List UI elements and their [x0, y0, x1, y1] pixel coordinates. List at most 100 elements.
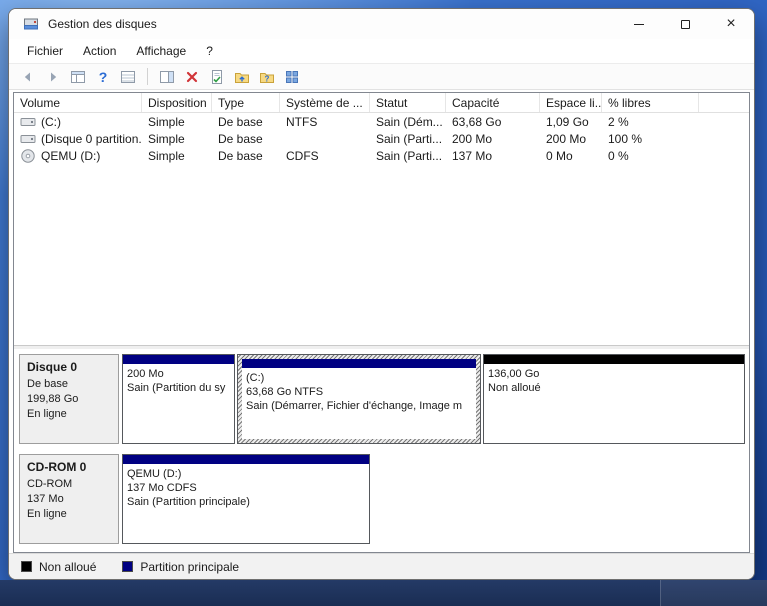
partition-labels: (C:) 63,68 Go NTFS Sain (Démarrer, Fichi…: [246, 372, 463, 412]
cell-status: Sain (Dém...: [376, 114, 443, 129]
close-button[interactable]: ×: [708, 9, 754, 39]
volume-list-header: Volume Disposition Type Système de ... S…: [14, 93, 749, 113]
disk-type: De base: [27, 378, 68, 390]
titlebar: Gestion des disques ×: [9, 9, 754, 39]
volume-list-pane: Volume Disposition Type Système de ... S…: [14, 93, 749, 345]
menu-action[interactable]: Action: [73, 41, 126, 61]
legend-label: Partition principale: [140, 559, 240, 574]
volume-label: QEMU (D:): [41, 148, 101, 163]
svg-text:?: ?: [265, 74, 270, 83]
cdrom-volume-icon: [20, 148, 36, 164]
partition-color-strip: [123, 355, 234, 364]
cell-percent-free: 0 %: [608, 148, 629, 163]
disk0-panel[interactable]: Disque 0 De base 199,88 Go En ligne: [19, 354, 119, 444]
partition-qemu-d[interactable]: QEMU (D:) 137 Mo CDFS Sain (Partition pr…: [122, 454, 370, 544]
legend-bar: Non alloué Partition principale: [9, 553, 754, 579]
disk-type: CD-ROM: [27, 478, 73, 490]
column-header-disposition[interactable]: Disposition: [142, 93, 212, 112]
menu-help[interactable]: ?: [196, 41, 223, 61]
desktop: Gestion des disques × Fichier Action Aff…: [0, 0, 767, 606]
cell-disposition: Simple: [148, 148, 185, 163]
cell-capacity: 200 Mo: [452, 131, 493, 146]
disk-volume-icon: [20, 131, 36, 147]
legend-primary-partition: Partition principale: [122, 560, 239, 574]
volume-cell: (Disque 0 partition...: [14, 130, 142, 147]
cell-filesystem: CDFS: [286, 148, 319, 163]
disk-name: Disque 0: [27, 360, 78, 374]
folder-up-icon[interactable]: [231, 66, 253, 88]
delete-icon[interactable]: [181, 66, 203, 88]
cell-filesystem: NTFS: [286, 114, 318, 129]
forward-icon[interactable]: [42, 66, 64, 88]
cell-disposition: Simple: [148, 131, 185, 146]
menubar: Fichier Action Affichage ?: [9, 39, 754, 63]
properties-check-icon[interactable]: [206, 66, 228, 88]
console-tree-icon[interactable]: [67, 66, 89, 88]
cdrom-panel[interactable]: CD-ROM 0 CD-ROM 137 Mo En ligne: [19, 454, 119, 544]
disk-status: En ligne: [27, 508, 67, 520]
list-view-icon[interactable]: [117, 66, 139, 88]
cell-status: Sain (Parti...: [376, 148, 443, 163]
partition-system-reserved[interactable]: 200 Mo Sain (Partition du sy: [122, 354, 235, 444]
partition-color-strip: [242, 359, 476, 368]
cell-free-space: 0 Mo: [546, 148, 573, 163]
column-header-filesystem[interactable]: Système de ...: [280, 93, 370, 112]
system-tray-area[interactable]: [660, 580, 767, 606]
partition-labels: 136,00 Go Non alloué: [488, 368, 541, 394]
cell-free-space: 1,09 Go: [546, 114, 589, 129]
back-icon[interactable]: [17, 66, 39, 88]
column-header-espace-libre[interactable]: Espace li...: [540, 93, 602, 112]
cell-type: De base: [218, 114, 263, 129]
window-title: Gestion des disques: [48, 17, 157, 31]
folder-help-icon[interactable]: ?: [256, 66, 278, 88]
close-icon: ×: [726, 15, 736, 32]
minimize-icon: [634, 23, 644, 25]
cell-percent-free: 2 %: [608, 114, 629, 129]
disk-size: 137 Mo: [27, 493, 64, 505]
column-header-type[interactable]: Type: [212, 93, 280, 112]
legend-swatch-unallocated: [21, 561, 32, 572]
taskbar[interactable]: [0, 580, 767, 606]
column-header-pct-libres[interactable]: % libres: [602, 93, 699, 112]
disk0-partitions: 200 Mo Sain (Partition du sy (C:) 63,68: [122, 354, 745, 444]
disk-row-0: Disque 0 De base 199,88 Go En ligne 200 …: [19, 354, 745, 444]
legend-unallocated: Non alloué: [21, 560, 96, 574]
menu-affichage[interactable]: Affichage: [126, 41, 196, 61]
cell-capacity: 137 Mo: [452, 148, 493, 163]
cell-percent-free: 100 %: [608, 131, 643, 146]
legend-swatch-primary: [122, 561, 134, 572]
console-pane: Volume Disposition Type Système de ... S…: [13, 92, 750, 553]
partition-unallocated[interactable]: 136,00 Go Non alloué: [483, 354, 745, 444]
disk-row-cdrom: CD-ROM 0 CD-ROM 137 Mo En ligne QEMU (D:…: [19, 454, 744, 544]
cell-type: De base: [218, 148, 263, 163]
action-pane-icon[interactable]: [156, 66, 178, 88]
help-icon[interactable]: ?: [92, 66, 114, 88]
volume-row-c[interactable]: (C:) Simple De base NTFS Sain (Dém... 63…: [14, 113, 749, 130]
disk-management-app-icon: [23, 16, 39, 32]
cdrom-partitions: QEMU (D:) 137 Mo CDFS Sain (Partition pr…: [122, 454, 370, 544]
menu-fichier[interactable]: Fichier: [17, 41, 73, 61]
toolbar-separator: [147, 68, 148, 85]
column-header-volume[interactable]: Volume: [14, 93, 142, 112]
column-header-statut[interactable]: Statut: [370, 93, 446, 112]
maximize-button[interactable]: [662, 9, 708, 39]
volume-row-system-partition[interactable]: (Disque 0 partition... Simple De base Sa…: [14, 130, 749, 147]
grid-view-icon[interactable]: [281, 66, 303, 88]
disk-name: CD-ROM 0: [27, 460, 87, 474]
window-controls: ×: [616, 9, 754, 39]
toolbar: ? ?: [9, 63, 754, 90]
cell-type: De base: [218, 131, 263, 146]
volume-label: (C:): [41, 114, 61, 129]
partition-labels: 200 Mo Sain (Partition du sy: [127, 368, 226, 394]
volume-row-qemu-d[interactable]: QEMU (D:) Simple De base CDFS Sain (Part…: [14, 147, 749, 164]
minimize-button[interactable]: [616, 9, 662, 39]
graphical-view-pane: Disque 0 De base 199,88 Go En ligne 200 …: [14, 349, 749, 552]
volume-cell: QEMU (D:): [14, 147, 142, 164]
cell-capacity: 63,68 Go: [452, 114, 502, 129]
volume-cell: (C:): [14, 113, 142, 130]
partition-c-selected[interactable]: (C:) 63,68 Go NTFS Sain (Démarrer, Fichi…: [237, 354, 481, 444]
column-header-capacite[interactable]: Capacité: [446, 93, 540, 112]
disk-size: 199,88 Go: [27, 393, 79, 405]
cell-free-space: 200 Mo: [546, 131, 587, 146]
partition-labels: QEMU (D:) 137 Mo CDFS Sain (Partition pr…: [127, 468, 250, 508]
